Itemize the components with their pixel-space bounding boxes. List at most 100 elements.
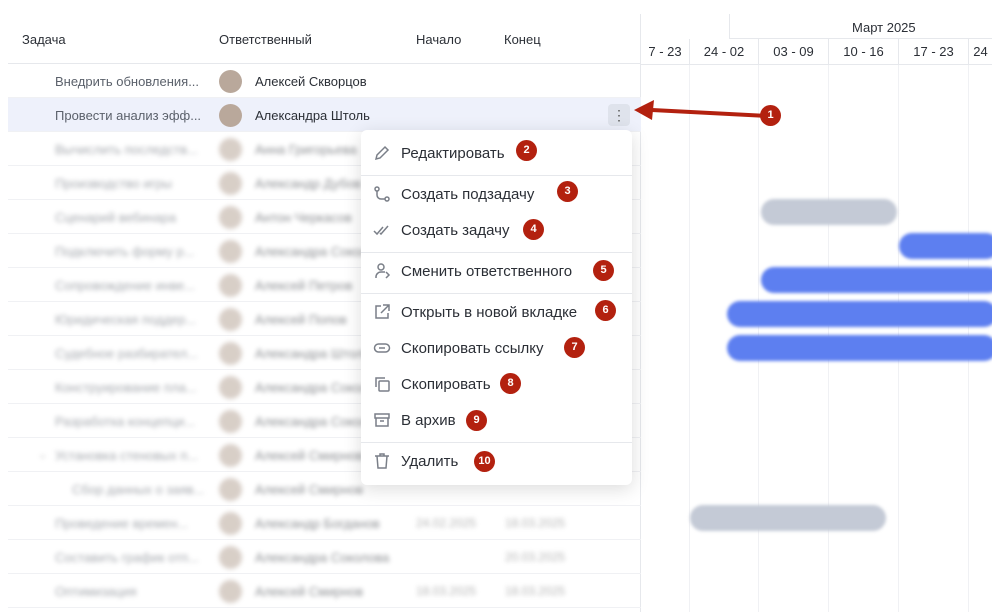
assignee-name: Алексей Смирнов	[255, 584, 364, 599]
gantt-week: 24 - 02	[689, 39, 758, 65]
gantt-bar[interactable]	[761, 267, 992, 293]
table-row[interactable]: Составить график отп... Александра Соколо…	[8, 540, 641, 574]
annotation-badge: 6	[595, 300, 616, 321]
annotation-badge: 10	[474, 451, 495, 472]
row-content: Внедрить обновления... Алексей Скворцов	[8, 64, 641, 97]
task-name[interactable]: Сценарий вебинара	[55, 210, 205, 225]
end-date: 18.03.2025	[505, 584, 566, 598]
avatar	[219, 342, 242, 365]
assignee-name: Александра Соколо	[255, 414, 376, 429]
avatar	[219, 580, 242, 603]
menu-item-label: Создать подзадачу	[401, 186, 535, 203]
avatar	[219, 274, 242, 297]
archive-icon	[374, 413, 390, 427]
menu-item-open-new-tab[interactable]: Открыть в новой вкладке	[361, 297, 632, 327]
gantt-bar[interactable]	[727, 301, 992, 327]
task-name[interactable]: Юридическая поддер...	[55, 312, 205, 327]
task-name[interactable]: Сопровождение инве...	[55, 278, 205, 293]
external-link-icon	[375, 304, 390, 319]
task-name[interactable]: Сбор данных о заяв...	[72, 482, 222, 497]
table-row[interactable]: Проведение времен... Александр Богданов 24…	[8, 506, 641, 540]
task-name[interactable]: Вычислить последств...	[55, 142, 205, 157]
column-header-task[interactable]: Задача	[22, 32, 66, 47]
assignee-name: Алексей Смирнов	[255, 448, 364, 463]
column-header-assignee[interactable]: Ответственный	[219, 32, 312, 47]
column-header-start[interactable]: Начало	[416, 32, 461, 47]
task-name[interactable]: Проведение времен...	[55, 516, 205, 531]
row-content: Проведение времен... Александр Богданов 24…	[8, 506, 641, 539]
menu-item-label: Сменить ответственного	[401, 263, 573, 280]
chevron-down-icon[interactable]: ⌄	[38, 448, 47, 461]
task-name[interactable]: Конструирование пла...	[55, 380, 205, 395]
menu-item-label: В архив	[401, 412, 456, 429]
menu-item-create-task[interactable]: Создать задачу	[361, 215, 632, 245]
task-context-menu: Редактировать Создать подзадачу Создать …	[361, 130, 632, 485]
assignee-name: Александра Соколова	[255, 550, 390, 565]
assignee-name: Алексей Смирнов	[255, 482, 364, 497]
end-date: 18.03.2025	[505, 516, 566, 530]
assignee-name: Алексей Скворцов	[255, 74, 367, 89]
start-date: 18.03.2025	[416, 584, 477, 598]
task-name[interactable]: Установка стеновых п...	[55, 448, 205, 463]
assignee-name: Александр Богданов	[255, 516, 380, 531]
avatar	[219, 410, 242, 433]
table-row[interactable]: Внедрить обновления... Алексей Скворцов	[8, 64, 641, 98]
task-name[interactable]: Внедрить обновления...	[55, 74, 205, 89]
column-header-end[interactable]: Конец	[504, 32, 541, 47]
task-name[interactable]: Судебное разбирател...	[55, 346, 205, 361]
gantt-bar[interactable]	[899, 233, 992, 259]
task-name[interactable]: Провести анализ эфф...	[55, 108, 205, 123]
menu-item-label: Скопировать ссылку	[401, 340, 544, 357]
menu-divider	[361, 442, 632, 443]
menu-divider	[361, 175, 632, 176]
assignee-name: Алексей Петров	[255, 278, 353, 293]
avatar	[219, 444, 242, 467]
avatar	[219, 512, 242, 535]
menu-item-change-assignee[interactable]: Сменить ответственного	[361, 256, 632, 286]
gantt-week: 03 - 09	[758, 39, 828, 65]
row-content: Оптимизация Алексей Смирнов 18.03.2025 18.0…	[8, 574, 641, 607]
annotation-badge: 3	[557, 181, 578, 202]
gantt-bar[interactable]	[761, 199, 897, 225]
gantt-bar[interactable]	[690, 505, 886, 531]
assignee-name: Александра Штоль	[255, 108, 370, 123]
annotation-badge: 8	[500, 373, 521, 394]
table-row[interactable]: Оптимизация Алексей Смирнов 18.03.2025 18.0…	[8, 574, 641, 608]
annotation-badge: 2	[516, 140, 537, 161]
table-header: Задача Ответственный Начало Конец	[8, 14, 640, 64]
task-name[interactable]: Подключить форму р...	[55, 244, 205, 259]
gantt-week: 24	[968, 39, 992, 65]
menu-item-copy-link[interactable]: Скопировать ссылку	[361, 333, 632, 363]
start-date: 24.02.2025	[416, 516, 477, 530]
gantt-week: 10 - 16	[828, 39, 898, 65]
avatar	[219, 172, 242, 195]
task-name[interactable]: Разработка концепци...	[55, 414, 205, 429]
annotation-badge: 9	[466, 410, 487, 431]
task-name[interactable]: Производство игры	[55, 176, 205, 191]
menu-item-delete[interactable]: Удалить	[361, 446, 632, 476]
menu-item-label: Удалить	[401, 453, 459, 470]
menu-item-edit[interactable]: Редактировать	[361, 138, 632, 168]
menu-item-label: Создать задачу	[401, 222, 510, 239]
menu-item-label: Скопировать	[401, 376, 491, 393]
gantt-bar[interactable]	[727, 335, 992, 361]
month-label: Март 2025	[852, 20, 916, 35]
gantt-page: Задача Ответственный Начало Конец Внедри…	[0, 0, 992, 612]
annotation-badge: 7	[564, 337, 585, 358]
assignee-name: Александр Дубов	[255, 176, 361, 191]
annotation-badge: 4	[523, 219, 544, 240]
task-name[interactable]: Составить график отп...	[55, 550, 205, 565]
avatar	[219, 376, 242, 399]
annotation-badge: 5	[593, 260, 614, 281]
grid-line	[689, 65, 690, 612]
menu-item-copy[interactable]: Скопировать	[361, 369, 632, 399]
menu-item-archive[interactable]: В архив	[361, 405, 632, 435]
assignee-name: Алексей Попов	[255, 312, 347, 327]
task-name[interactable]: Оптимизация	[55, 584, 205, 599]
pencil-icon	[374, 145, 390, 161]
menu-item-label: Открыть в новой вкладке	[401, 304, 578, 321]
avatar	[219, 138, 242, 161]
more-actions-icon[interactable]: ⋮	[608, 104, 630, 126]
table-row[interactable]: Провести анализ эфф... Александра Штоль ⋮	[8, 98, 641, 132]
menu-item-create-subtask[interactable]: Создать подзадачу	[361, 179, 632, 209]
